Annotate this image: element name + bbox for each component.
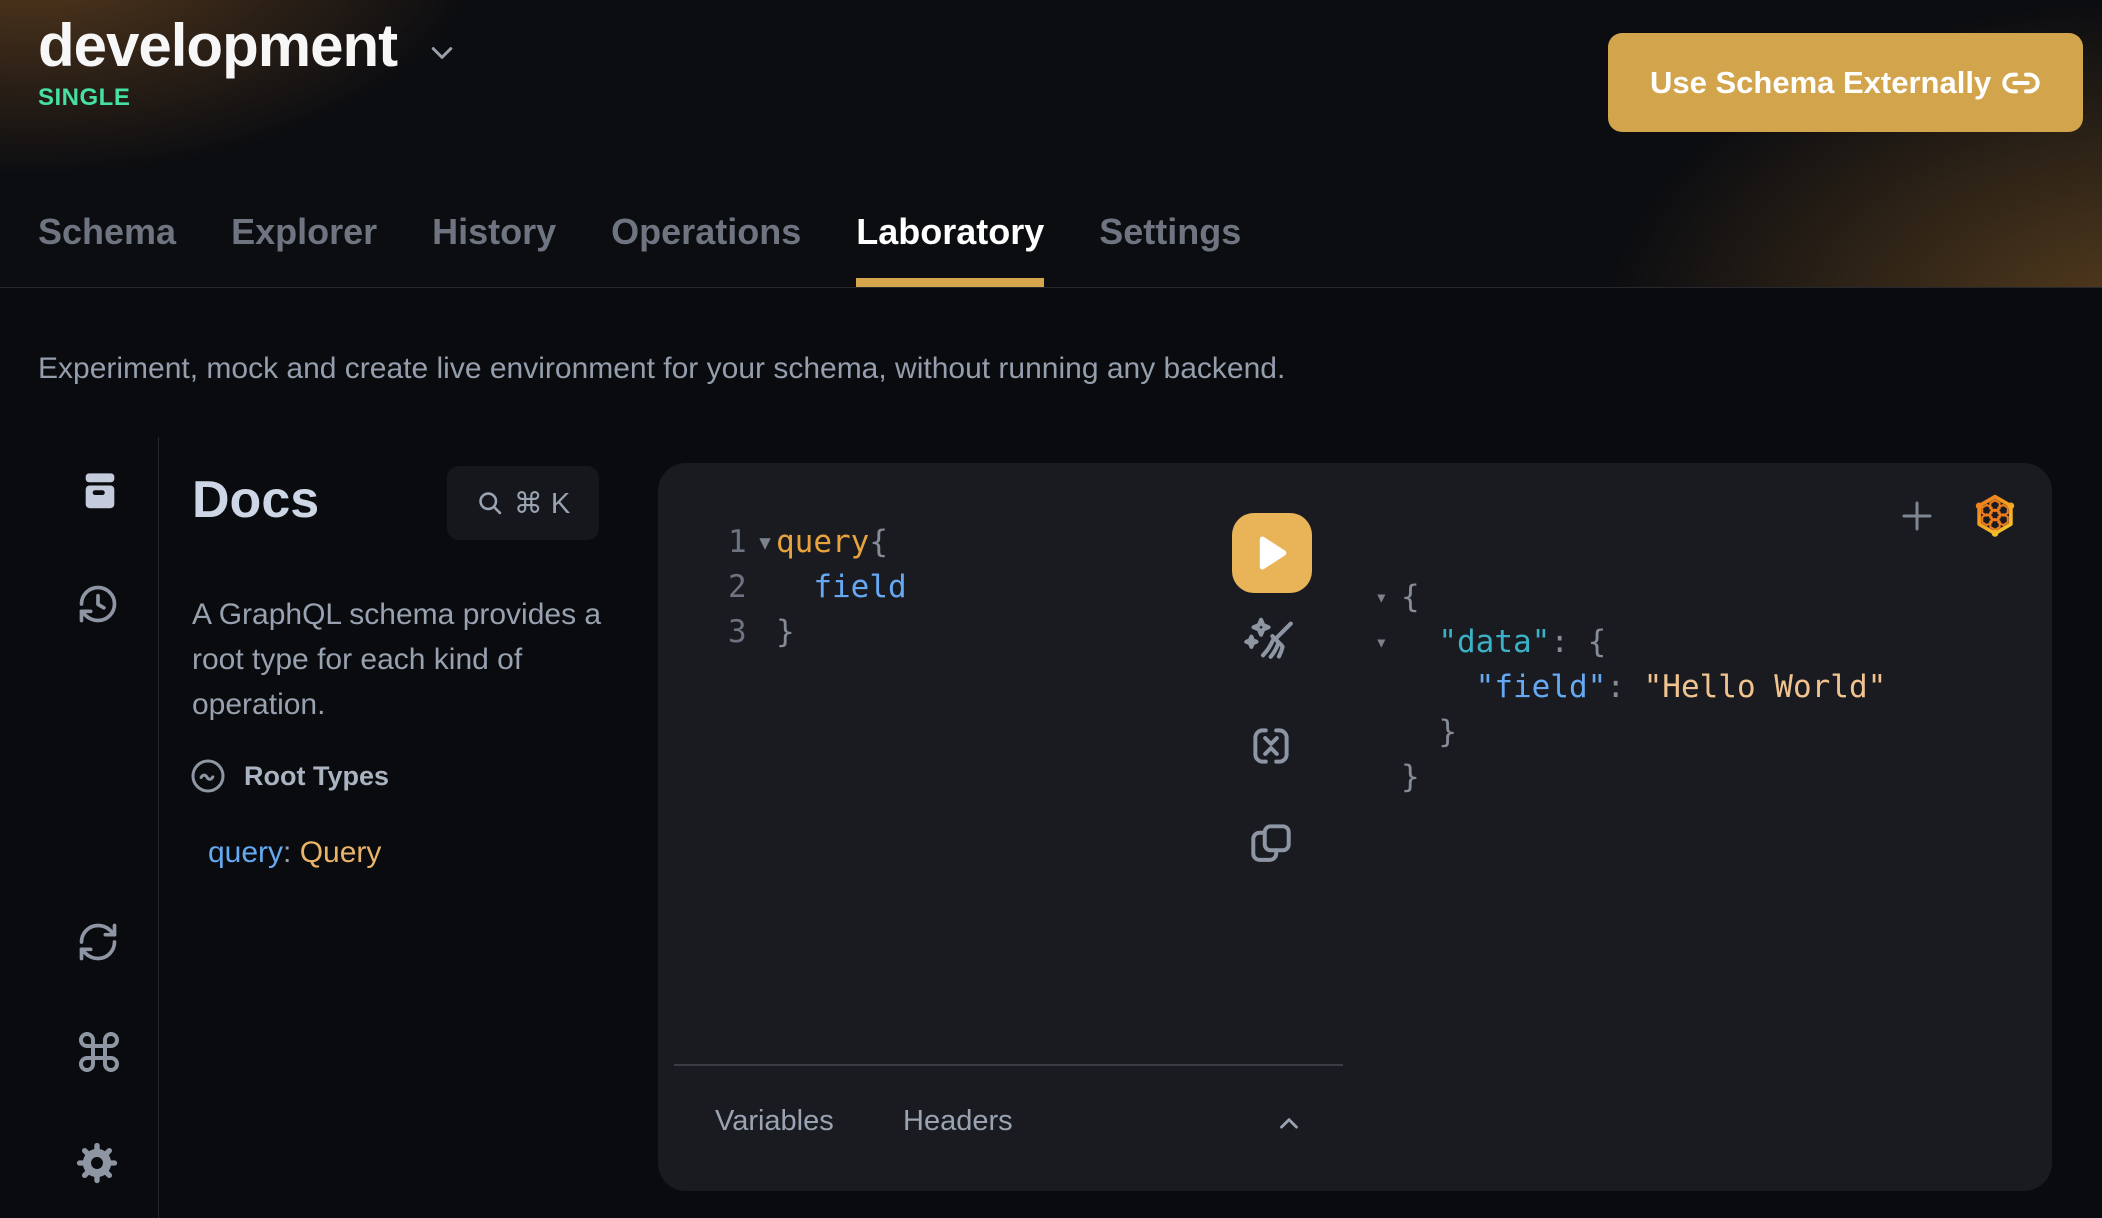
sidebar-divider [158,437,159,1218]
root-type-field[interactable]: query [208,836,283,869]
search-shortcut-label: ⌘ K [514,486,570,521]
chevron-up-icon[interactable] [1274,1109,1304,1139]
merge-fragments-icon[interactable] [1246,721,1296,771]
target-selector[interactable]: development [38,8,457,83]
root-type-type[interactable]: Query [300,836,382,869]
tab-variables[interactable]: Variables [715,1105,834,1138]
add-tab-button[interactable] [1896,495,1938,537]
laboratory-description: Experiment, mock and create live environ… [38,352,1285,386]
chevron-down-icon[interactable] [427,38,457,68]
code-brace: } [776,610,795,655]
response-line: "field": "Hello World" [1375,665,1886,710]
root-types-icon [190,758,226,794]
docs-description: A GraphQL schema provides a root type fo… [192,592,642,727]
editor-footer-divider [674,1064,1343,1066]
docs-icon[interactable] [78,468,122,514]
keyboard-shortcuts-icon[interactable] [75,1028,123,1076]
copy-query-icon[interactable] [1246,819,1296,869]
response-viewer: ▾ { ▾ "data": { "field": "Hello World" }… [1375,575,1886,800]
response-line: ▾ { [1375,575,1886,620]
line-number: 1 [728,520,754,565]
docs-search-button[interactable]: ⌘ K [447,466,599,540]
response-brace: } [1401,755,1420,800]
search-icon [476,489,504,517]
collapse-triangle-icon[interactable]: ▾ [1375,620,1401,665]
code-keyword: query [776,524,869,560]
line-number: 2 [728,565,754,610]
reload-schema-icon[interactable] [76,920,120,964]
response-line: ▾ "data": { [1375,620,1886,665]
editor-line[interactable]: 2 field [728,565,907,610]
gutter-spacer [754,565,776,610]
editor-line[interactable]: 3 } [728,610,907,655]
use-schema-externally-label: Use Schema Externally [1650,65,1991,101]
tab-headers[interactable]: Headers [903,1105,1013,1138]
play-icon [1257,536,1287,570]
response-brace: { [1401,575,1420,620]
tab-operations[interactable]: Operations [611,211,801,287]
settings-gear-icon[interactable] [74,1140,120,1186]
use-schema-externally-button[interactable]: Use Schema Externally [1608,33,2083,132]
response-key-field: "field" [1476,669,1607,705]
execute-query-button[interactable] [1232,513,1312,593]
response-key-data: "data" [1438,624,1550,660]
code-brace: { [869,524,888,560]
query-editor[interactable]: 1 ▾ query{ 2 field 3 } [728,520,907,655]
code-field: field [776,565,907,610]
editor-line[interactable]: 1 ▾ query{ [728,520,907,565]
prettify-icon[interactable] [1241,613,1299,671]
response-line: } [1375,755,1886,800]
history-icon[interactable] [76,582,120,626]
response-string-value: "Hello World" [1644,669,1887,705]
tab-settings[interactable]: Settings [1099,211,1241,287]
gutter-spacer [1375,665,1401,710]
root-types-label: Root Types [244,761,389,792]
header: development SINGLE Use Schema Externally… [0,0,2102,288]
root-type-colon: : [283,836,300,869]
root-types-section: Root Types [190,758,389,794]
page-title: development [38,8,397,83]
target-mode-badge: SINGLE [38,84,130,112]
main-tabs: Schema Explorer History Operations Labor… [38,211,1241,287]
tab-laboratory[interactable]: Laboratory [856,211,1044,287]
graphiql-panel: 1 ▾ query{ 2 field 3 } [658,463,2052,1191]
tab-explorer[interactable]: Explorer [231,211,377,287]
root-type-query-link[interactable]: query: Query [208,836,381,870]
graphql-hive-logo[interactable] [1969,488,2021,542]
response-brace: } [1401,710,1457,755]
collapse-triangle-icon[interactable]: ▾ [1375,575,1401,620]
gutter-spacer [1375,755,1401,800]
fold-triangle-icon[interactable]: ▾ [754,520,776,565]
response-line: } [1375,710,1886,755]
line-number: 3 [728,610,754,655]
gutter-spacer [754,610,776,655]
tab-history[interactable]: History [432,211,556,287]
gutter-spacer [1375,710,1401,755]
docs-heading: Docs [192,470,319,530]
tab-schema[interactable]: Schema [38,211,176,287]
link-icon [2001,63,2041,103]
